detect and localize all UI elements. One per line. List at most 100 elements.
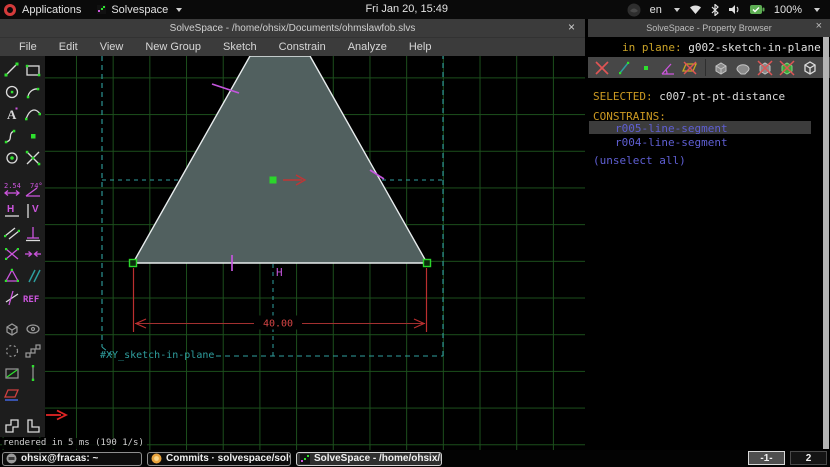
taskbar-window-label: SolveSpace - /home/ohsix/Doc...: [314, 453, 442, 464]
top-panel: Applications Solvespace Fri Jan 20, 15:4…: [0, 0, 830, 19]
bezier-tool-icon[interactable]: [23, 104, 43, 124]
battery-percent[interactable]: 100%: [774, 4, 802, 16]
property-browser-titlebar[interactable]: SolveSpace - Property Browser ×: [588, 19, 830, 37]
equal-angle-constraint-tool-icon[interactable]: [2, 266, 22, 286]
text-tool-icon[interactable]: A: [2, 104, 22, 124]
sketch-in-3d-tool-icon[interactable]: [23, 363, 43, 383]
chevron-down-icon: [814, 8, 820, 12]
render-status: rendered in 5 ms (190 1/s): [2, 438, 147, 449]
menu-sketch[interactable]: Sketch: [212, 39, 268, 55]
symmetric-constraint-tool-icon[interactable]: [2, 244, 22, 264]
workplane-hidden-icon[interactable]: [681, 59, 699, 77]
svg-text:2.54: 2.54: [4, 182, 21, 190]
perpendicular-constraint-tool-icon[interactable]: [23, 223, 43, 243]
svg-text:REF: REF: [23, 295, 39, 305]
equal-length-constraint-tool-icon[interactable]: [2, 223, 22, 243]
tray-app-icon[interactable]: [627, 3, 641, 17]
selected-line: SELECTED: c007-pt-pt-distance: [593, 90, 785, 103]
menu-constrain[interactable]: Constrain: [268, 39, 337, 55]
group-hidden-icon[interactable]: [756, 59, 774, 77]
constraint-link-r004[interactable]: r004-line-segment: [615, 136, 728, 149]
vertical-constraint-tool-icon[interactable]: V: [23, 201, 43, 221]
horizontal-constraint-label[interactable]: H: [276, 266, 283, 279]
selected-label: SELECTED:: [593, 90, 659, 103]
mesh-hidden-icon[interactable]: [778, 59, 796, 77]
extrude-group-icon[interactable]: [712, 59, 730, 77]
active-app-menu[interactable]: Solvespace: [97, 4, 182, 16]
property-browser-toolbar: [588, 57, 830, 78]
vertex-point-bottom-right[interactable]: [424, 260, 431, 267]
parallel-constraint-tool-icon[interactable]: [23, 266, 43, 286]
volume-icon[interactable]: [728, 4, 741, 15]
supplementary-angle-tool-icon[interactable]: [2, 288, 22, 308]
unselect-all-link[interactable]: (unselect all): [593, 154, 686, 167]
in-plane-value[interactable]: g002-sketch-in-plane: [688, 41, 820, 54]
sketch-shape-trapezoid[interactable]: [133, 56, 427, 263]
chevron-down-icon: [176, 8, 182, 12]
line-segment-tool-icon[interactable]: [2, 60, 22, 80]
point-tool-icon[interactable]: [23, 126, 43, 146]
wifi-icon[interactable]: [689, 4, 702, 15]
browser-icon: [151, 453, 162, 464]
workplane-label[interactable]: #XY_sketch-in-plane: [100, 350, 214, 361]
lathe-tool-icon[interactable]: [23, 319, 43, 339]
in-plane-bar: in plane: g002-sketch-in-plane: [588, 37, 830, 57]
x-axis-arrow: [46, 411, 66, 420]
battery-icon[interactable]: [750, 4, 765, 15]
distro-logo-icon[interactable]: [4, 4, 16, 16]
rectangle-tool-icon[interactable]: [23, 60, 43, 80]
dimension-value[interactable]: 40.00: [263, 319, 293, 330]
construction-tool-icon[interactable]: [2, 148, 22, 168]
boolean-difference-tool-icon[interactable]: [23, 416, 43, 436]
menu-view[interactable]: View: [89, 39, 135, 55]
spline-tool-icon[interactable]: [2, 126, 22, 146]
svg-text:H: H: [7, 204, 14, 215]
menu-file[interactable]: File: [8, 39, 48, 55]
extrude-tool-icon[interactable]: [2, 319, 22, 339]
desktop: Applications Solvespace Fri Jan 20, 15:4…: [0, 0, 830, 467]
point-entity-icon[interactable]: [637, 59, 655, 77]
split-curves-tool-icon[interactable]: [23, 148, 43, 168]
translate-tool-icon[interactable]: [23, 341, 43, 361]
window-titlebar[interactable]: SolveSpace - /home/ohsix/Documents/ohmsl…: [0, 19, 585, 37]
system-tray: en 100%: [627, 3, 830, 17]
applications-menu[interactable]: Applications: [22, 4, 81, 16]
close-icon[interactable]: ×: [816, 20, 822, 32]
line-entity-icon[interactable]: [615, 59, 633, 77]
angle-constraint-tool-icon[interactable]: 74°: [23, 179, 43, 199]
constraint-link-r005[interactable]: r005-line-segment: [615, 122, 728, 135]
constraint-angle-icon[interactable]: [659, 59, 677, 77]
workspace-2[interactable]: 2: [790, 451, 827, 465]
view-cube-icon[interactable]: [800, 59, 818, 77]
svg-text:V: V: [32, 204, 39, 215]
sketch-in-plane-tool-icon[interactable]: [2, 363, 22, 383]
taskbar-solvespace-window[interactable]: SolveSpace - /home/ohsix/Doc...: [296, 452, 442, 466]
distance-constraint-tool-icon[interactable]: 2.54: [2, 179, 22, 199]
solvespace-window: SolveSpace - /home/ohsix/Documents/ohmsl…: [0, 19, 585, 450]
horizontal-constraint-tool-icon[interactable]: H: [2, 201, 22, 221]
keyboard-layout[interactable]: en: [650, 4, 662, 16]
reference-dimension-tool-icon[interactable]: REF: [23, 288, 43, 308]
clock[interactable]: Fri Jan 20, 15:49: [365, 3, 448, 15]
scrollbar[interactable]: [823, 37, 829, 449]
vertex-point-bottom-left[interactable]: [130, 260, 137, 267]
menu-new-group[interactable]: New Group: [134, 39, 212, 55]
workplane-tool-icon[interactable]: [2, 385, 22, 405]
bluetooth-icon[interactable]: [711, 4, 719, 16]
arc-tool-icon[interactable]: [23, 82, 43, 102]
lathe-group-icon[interactable]: [734, 59, 752, 77]
origin-point[interactable]: [270, 177, 277, 184]
menu-analyze[interactable]: Analyze: [337, 39, 398, 55]
workspace-1[interactable]: -1-: [748, 451, 785, 465]
midpoint-constraint-tool-icon[interactable]: [23, 244, 43, 264]
taskbar-browser-window[interactable]: Commits · solvespace/solvespa...: [147, 452, 291, 466]
close-icon[interactable]: ×: [568, 20, 575, 34]
clear-selection-icon[interactable]: [593, 59, 611, 77]
menu-edit[interactable]: Edit: [48, 39, 89, 55]
menu-help[interactable]: Help: [398, 39, 443, 55]
rotate-tool-icon[interactable]: [2, 341, 22, 361]
circle-tool-icon[interactable]: [2, 82, 22, 102]
sketch-canvas[interactable]: H 40.00: [0, 56, 585, 450]
taskbar-terminal-window[interactable]: ohsix@fracas: ~: [2, 452, 142, 466]
boolean-union-tool-icon[interactable]: [2, 416, 22, 436]
